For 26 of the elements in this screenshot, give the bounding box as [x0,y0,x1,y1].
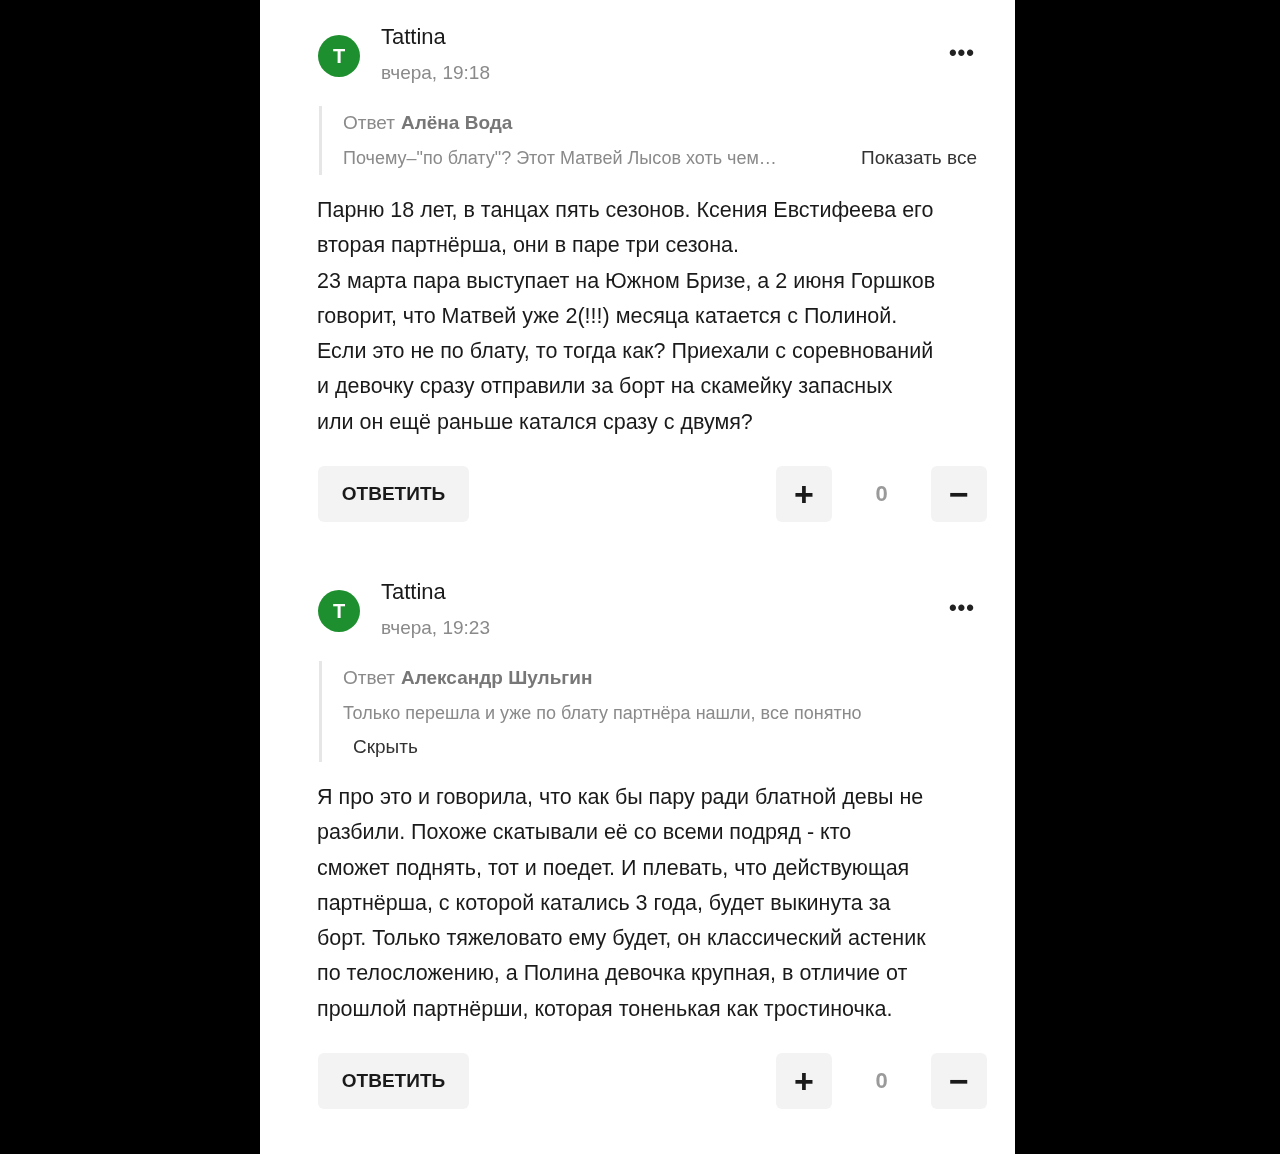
author-name: Tattina [381,23,447,51]
reply-to-label: Ответ [343,112,395,133]
comment-text: Парню 18 лет, в танцах пять сезонов. Ксения Евстифеева его вторая партнёрша, они в паре три сезона. 23 марта пара выступает на Южном Бризе, а 2 июня Горшков говорит, что Матвей уже 2(!!!) месяца катается с Полиной. Если это не по блату, то тогда как? Приехали с соревнований и девочку сразу отправили за борт на скамейку запасных или он ещё раньше катался сразу с двумя? [317,197,937,436]
show-all-link[interactable]: Показать все [861,147,977,169]
upvote-button[interactable]: + [776,1053,832,1110]
vote-count: 0 [874,1068,889,1095]
downvote-button[interactable]: − [931,1053,987,1110]
vote-count: 0 [874,481,889,508]
comment-time: вчера, 19:18 [381,61,491,85]
downvote-button[interactable]: − [931,466,987,523]
comment-time: вчера, 19:23 [381,616,491,640]
reply-button[interactable]: ОТВЕТИТЬ [318,466,469,523]
quoted-author: Алёна Вода [401,112,513,133]
hide-link[interactable]: Скрыть [353,736,418,758]
comment-text: Я про это и говорила, что как бы пару ради блатной девы не разбили. Похоже скатывали её со всеми подряд - кто сможет поднять, тот и поедет. И плевать, что действующая партнёрша, с которой катались 3 года, будет выкинута за борт. Только тяжеловато ему будет, он классический астеник по телосложению, а Полина девочка крупная, в отличие от прошлой партнёрши, которая тоненькая как тростиночка. [317,784,927,1023]
quoted-author: Александр Шульгин [401,667,593,688]
reply-to-label: Ответ [343,667,395,688]
author-name: Tattina [381,578,447,606]
avatar: T [318,590,360,632]
avatar: T [318,35,360,77]
quoted-text: Только перешла и уже по блату партнёра нашли, все понятно [343,702,863,725]
reply-button[interactable]: ОТВЕТИТЬ [318,1053,469,1110]
upvote-button[interactable]: + [776,466,832,523]
quoted-text: Почему–"по блату"? Этот Матвей Лысов хоть чем… [343,147,777,170]
more-button[interactable]: ••• [948,40,975,66]
more-button[interactable]: ••• [948,595,975,621]
